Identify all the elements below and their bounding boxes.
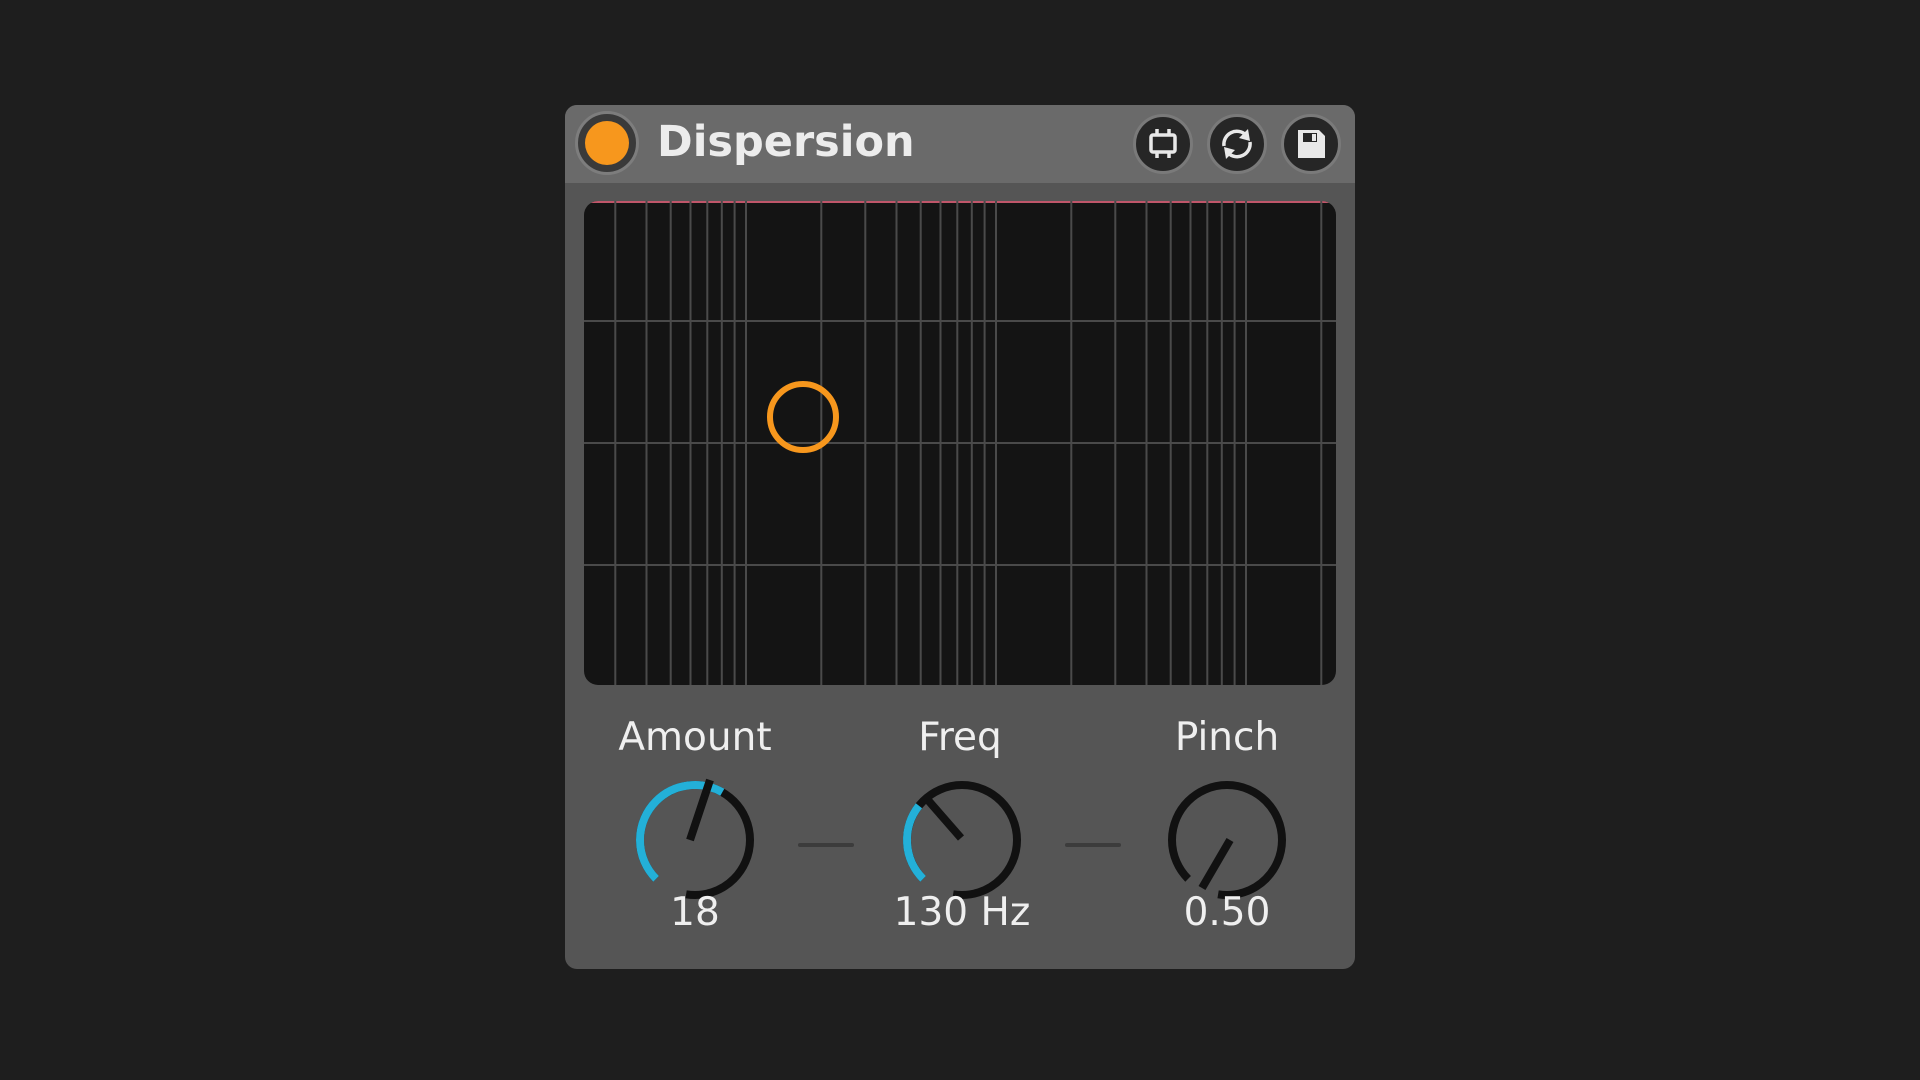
refresh-icon	[1222, 129, 1252, 159]
amount-value[interactable]: 18	[585, 890, 805, 935]
frequency-grid	[584, 201, 1336, 685]
freq-pinch-link	[1065, 843, 1121, 847]
xy-control-handle[interactable]	[767, 381, 839, 453]
refresh-button[interactable]	[1207, 114, 1267, 174]
pinch-label: Pinch	[1174, 715, 1280, 760]
hot-swap-icon	[1149, 129, 1177, 158]
freq-knob[interactable]	[897, 775, 1027, 905]
dispersion-device: Dispersion Amount 18 Freq 130 Hz Pinch 0…	[565, 105, 1355, 969]
device-title-bar[interactable]: Dispersion	[565, 105, 1355, 183]
pinch-knob[interactable]	[1162, 775, 1292, 905]
pinch-value[interactable]: 0.50	[1117, 890, 1337, 935]
device-power-button[interactable]	[575, 111, 639, 175]
amount-freq-link	[798, 843, 854, 847]
knob-section: Amount 18 Freq 130 Hz Pinch 0.50	[565, 715, 1355, 965]
dispersion-xy-display[interactable]	[584, 201, 1336, 685]
freq-label: Freq	[918, 715, 1002, 760]
save-preset-button[interactable]	[1281, 114, 1341, 174]
save-icon	[1298, 130, 1325, 158]
amount-knob[interactable]	[630, 775, 760, 905]
device-title: Dispersion	[657, 117, 915, 167]
power-indicator-icon	[585, 121, 629, 165]
hot-swap-button[interactable]	[1133, 114, 1193, 174]
amount-label: Amount	[618, 715, 772, 760]
freq-value[interactable]: 130 Hz	[852, 890, 1072, 935]
